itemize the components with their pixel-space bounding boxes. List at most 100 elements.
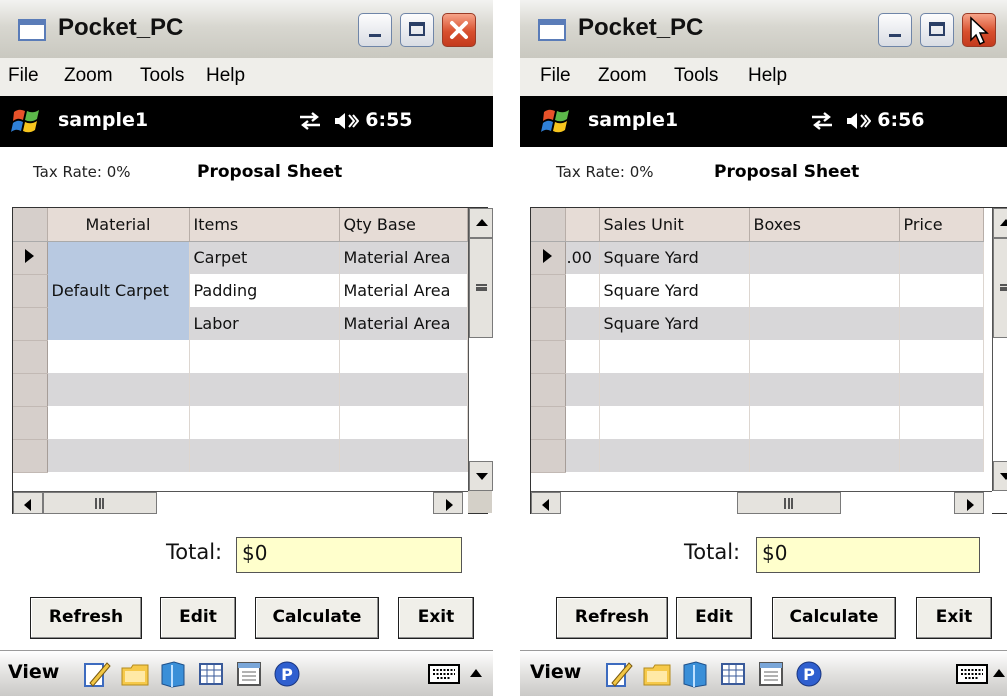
book-icon[interactable] bbox=[158, 659, 188, 689]
view-menu[interactable]: View bbox=[8, 661, 59, 683]
qty-base-cell[interactable]: Material Area bbox=[339, 241, 468, 274]
table-row[interactable]: .00 Square Yard bbox=[531, 241, 984, 275]
refresh-button[interactable]: Refresh bbox=[556, 597, 668, 639]
qty-base-cell[interactable]: Material Area bbox=[339, 307, 468, 340]
title-bar[interactable]: Pocket_PC bbox=[520, 0, 1007, 59]
material-cell[interactable] bbox=[47, 241, 190, 274]
price-cell[interactable] bbox=[899, 307, 984, 340]
vertical-scrollbar[interactable] bbox=[992, 208, 1007, 491]
partial-cell[interactable] bbox=[565, 307, 600, 340]
calculate-button[interactable]: Calculate bbox=[255, 597, 379, 639]
row-header[interactable] bbox=[13, 274, 48, 308]
row-header[interactable] bbox=[531, 307, 566, 341]
scroll-up-button[interactable] bbox=[469, 208, 493, 238]
scroll-down-button[interactable] bbox=[993, 461, 1007, 491]
table-row[interactable]: Square Yard bbox=[531, 274, 984, 308]
minimize-button[interactable] bbox=[358, 13, 392, 47]
column-header-price[interactable]: Price bbox=[899, 208, 984, 242]
menu-tools[interactable]: Tools bbox=[140, 65, 184, 87]
row-header[interactable] bbox=[531, 274, 566, 308]
menu-file[interactable]: File bbox=[540, 65, 571, 87]
proposal-grid[interactable]: Sales Unit Boxes Price .00 Square Yard S… bbox=[530, 207, 1007, 514]
column-header-material[interactable]: Material bbox=[47, 208, 190, 242]
total-field[interactable]: $0 bbox=[236, 537, 462, 573]
proposal-grid[interactable]: Material Items Qty Base Carpet Material … bbox=[12, 207, 493, 514]
scroll-left-button[interactable] bbox=[531, 492, 561, 514]
horizontal-scrollbar[interactable] bbox=[531, 491, 992, 514]
menu-help[interactable]: Help bbox=[748, 65, 787, 87]
refresh-button[interactable]: Refresh bbox=[30, 597, 142, 639]
folder-icon[interactable] bbox=[642, 659, 672, 689]
vertical-scroll-thumb[interactable] bbox=[993, 238, 1007, 338]
boxes-cell[interactable] bbox=[749, 241, 900, 274]
column-header-boxes[interactable]: Boxes bbox=[749, 208, 900, 242]
exit-button[interactable]: Exit bbox=[398, 597, 474, 639]
material-cell[interactable]: Default Carpet bbox=[47, 274, 190, 307]
close-button[interactable] bbox=[962, 13, 996, 47]
qty-base-cell[interactable]: Material Area bbox=[339, 274, 468, 307]
price-cell[interactable] bbox=[899, 274, 984, 307]
up-arrow-icon[interactable] bbox=[470, 669, 482, 677]
table-row[interactable]: Square Yard bbox=[531, 307, 984, 341]
maximize-button[interactable] bbox=[400, 13, 434, 47]
calculate-button[interactable]: Calculate bbox=[772, 597, 896, 639]
edit-button[interactable]: Edit bbox=[676, 597, 752, 639]
partial-cell[interactable] bbox=[565, 274, 600, 307]
notes-icon[interactable] bbox=[82, 659, 112, 689]
vertical-scrollbar[interactable] bbox=[468, 208, 493, 491]
column-header-sales-unit[interactable]: Sales Unit bbox=[599, 208, 750, 242]
row-header-selected[interactable] bbox=[531, 241, 566, 275]
keyboard-icon[interactable] bbox=[428, 662, 460, 686]
boxes-cell[interactable] bbox=[749, 307, 900, 340]
horizontal-scrollbar[interactable] bbox=[13, 491, 468, 514]
row-header[interactable] bbox=[13, 307, 48, 341]
minimize-button[interactable] bbox=[878, 13, 912, 47]
menu-help[interactable]: Help bbox=[206, 65, 245, 87]
scroll-right-button[interactable] bbox=[954, 492, 984, 514]
status-area[interactable]: 6:56 bbox=[810, 109, 925, 131]
horizontal-scroll-thumb[interactable] bbox=[43, 492, 157, 514]
row-header-selected[interactable] bbox=[13, 241, 48, 275]
horizontal-scroll-thumb[interactable] bbox=[737, 492, 841, 514]
scroll-right-button[interactable] bbox=[433, 492, 463, 514]
close-button[interactable] bbox=[442, 13, 476, 47]
column-header-qty-base[interactable]: Qty Base bbox=[339, 208, 468, 242]
windows-start-icon[interactable] bbox=[10, 104, 44, 138]
folder-icon[interactable] bbox=[120, 659, 150, 689]
scroll-left-button[interactable] bbox=[13, 492, 43, 514]
items-cell[interactable]: Labor bbox=[189, 307, 340, 340]
maximize-button[interactable] bbox=[920, 13, 954, 47]
exit-button[interactable]: Exit bbox=[916, 597, 992, 639]
items-cell[interactable]: Padding bbox=[189, 274, 340, 307]
notes-icon[interactable] bbox=[604, 659, 634, 689]
p-icon[interactable]: P bbox=[272, 659, 302, 689]
up-arrow-icon[interactable] bbox=[993, 669, 1005, 677]
items-cell[interactable]: Carpet bbox=[189, 241, 340, 274]
calendar-icon[interactable] bbox=[756, 659, 786, 689]
table-icon[interactable] bbox=[196, 659, 226, 689]
table-row[interactable]: Labor Material Area bbox=[13, 307, 468, 341]
table-row[interactable]: Default Carpet Padding Material Area bbox=[13, 274, 468, 308]
scroll-down-button[interactable] bbox=[469, 461, 493, 491]
sales-unit-cell[interactable]: Square Yard bbox=[599, 307, 750, 340]
book-icon[interactable] bbox=[680, 659, 710, 689]
title-bar[interactable]: Pocket_PC bbox=[0, 0, 493, 59]
scroll-up-button[interactable] bbox=[993, 208, 1007, 238]
partial-cell[interactable]: .00 bbox=[565, 241, 600, 274]
menu-file[interactable]: File bbox=[8, 65, 39, 87]
sales-unit-cell[interactable]: Square Yard bbox=[599, 274, 750, 307]
material-cell[interactable] bbox=[47, 307, 190, 340]
boxes-cell[interactable] bbox=[749, 274, 900, 307]
windows-start-icon[interactable] bbox=[540, 104, 574, 138]
table-row[interactable]: Carpet Material Area bbox=[13, 241, 468, 275]
keyboard-icon[interactable] bbox=[956, 662, 988, 686]
menu-zoom[interactable]: Zoom bbox=[64, 65, 113, 87]
menu-zoom[interactable]: Zoom bbox=[598, 65, 647, 87]
column-header-partial[interactable] bbox=[565, 208, 600, 242]
calendar-icon[interactable] bbox=[234, 659, 264, 689]
price-cell[interactable] bbox=[899, 241, 984, 274]
table-icon[interactable] bbox=[718, 659, 748, 689]
menu-tools[interactable]: Tools bbox=[674, 65, 718, 87]
sales-unit-cell[interactable]: Square Yard bbox=[599, 241, 750, 274]
status-area[interactable]: 6:55 bbox=[298, 109, 413, 131]
